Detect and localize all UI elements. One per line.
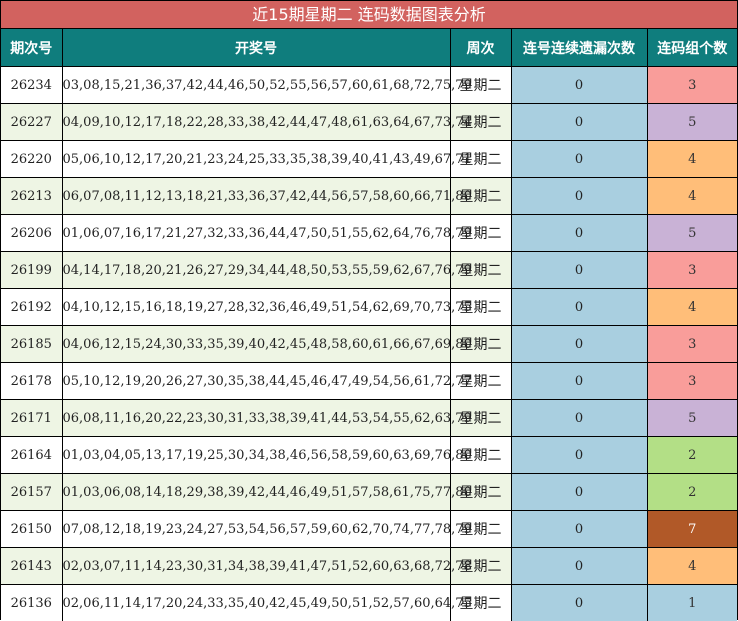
miss-cell: 0 — [511, 289, 647, 326]
numbers-cell: 05,10,12,19,20,26,27,30,35,38,44,45,46,4… — [62, 363, 450, 400]
table-row: 2623403,08,15,21,36,37,42,44,46,50,52,55… — [1, 67, 737, 104]
numbers-cell: 04,09,10,12,17,18,22,28,33,38,42,44,47,4… — [62, 104, 450, 141]
week-cell: 星期二 — [450, 474, 511, 511]
period-cell: 26234 — [1, 67, 62, 104]
week-cell: 星期二 — [450, 67, 511, 104]
header-week: 周次 — [450, 29, 511, 67]
week-cell: 星期二 — [450, 326, 511, 363]
table-row: 2622704,09,10,12,17,18,22,28,33,38,42,44… — [1, 104, 737, 141]
miss-cell: 0 — [511, 548, 647, 585]
count-cell: 4 — [647, 289, 737, 326]
numbers-cell: 02,03,07,11,14,23,30,31,34,38,39,41,47,5… — [62, 548, 450, 585]
week-cell: 星期二 — [450, 511, 511, 548]
period-cell: 26227 — [1, 104, 62, 141]
count-cell: 7 — [647, 511, 737, 548]
count-cell: 4 — [647, 141, 737, 178]
week-cell: 星期二 — [450, 215, 511, 252]
table-row: 2617106,08,11,16,20,22,23,30,31,33,38,39… — [1, 400, 737, 437]
week-cell: 星期二 — [450, 104, 511, 141]
table-title: 近15期星期二 连码数据图表分析 — [1, 1, 737, 29]
numbers-cell: 07,08,12,18,19,23,24,27,53,54,56,57,59,6… — [62, 511, 450, 548]
week-cell: 星期二 — [450, 252, 511, 289]
miss-cell: 0 — [511, 511, 647, 548]
numbers-cell: 05,06,10,12,17,20,21,23,24,25,33,35,38,3… — [62, 141, 450, 178]
numbers-cell: 04,14,17,18,20,21,26,27,29,34,44,48,50,5… — [62, 252, 450, 289]
table-row: 2616401,03,04,05,13,17,19,25,30,34,38,46… — [1, 437, 737, 474]
count-cell: 5 — [647, 104, 737, 141]
miss-cell: 0 — [511, 215, 647, 252]
period-cell: 26192 — [1, 289, 62, 326]
miss-cell: 0 — [511, 585, 647, 621]
week-cell: 星期二 — [450, 548, 511, 585]
week-cell: 星期二 — [450, 289, 511, 326]
miss-cell: 0 — [511, 437, 647, 474]
period-cell: 26171 — [1, 400, 62, 437]
count-cell: 2 — [647, 474, 737, 511]
period-cell: 26199 — [1, 252, 62, 289]
week-cell: 星期二 — [450, 400, 511, 437]
count-cell: 3 — [647, 363, 737, 400]
miss-cell: 0 — [511, 104, 647, 141]
period-cell: 26206 — [1, 215, 62, 252]
numbers-cell: 06,08,11,16,20,22,23,30,31,33,38,39,41,4… — [62, 400, 450, 437]
miss-cell: 0 — [511, 178, 647, 215]
numbers-cell: 04,10,12,15,16,18,19,27,28,32,36,46,49,5… — [62, 289, 450, 326]
miss-cell: 0 — [511, 363, 647, 400]
header-miss: 连号连续遗漏次数 — [511, 29, 647, 67]
numbers-cell: 01,06,07,16,17,21,27,32,33,36,44,47,50,5… — [62, 215, 450, 252]
table-row: 2619204,10,12,15,16,18,19,27,28,32,36,46… — [1, 289, 737, 326]
miss-cell: 0 — [511, 474, 647, 511]
period-cell: 26157 — [1, 474, 62, 511]
count-cell: 5 — [647, 215, 737, 252]
table-row: 2615701,03,06,08,14,18,29,38,39,42,44,46… — [1, 474, 737, 511]
week-cell: 星期二 — [450, 585, 511, 621]
table-row: 2614302,03,07,11,14,23,30,31,34,38,39,41… — [1, 548, 737, 585]
count-cell: 4 — [647, 178, 737, 215]
count-cell: 3 — [647, 67, 737, 104]
count-cell: 3 — [647, 252, 737, 289]
table-row: 2613602,06,11,14,17,20,24,33,35,40,42,45… — [1, 585, 737, 621]
count-cell: 2 — [647, 437, 737, 474]
numbers-cell: 01,03,06,08,14,18,29,38,39,42,44,46,49,5… — [62, 474, 450, 511]
header-numbers: 开奖号 — [62, 29, 450, 67]
numbers-cell: 04,06,12,15,24,30,33,35,39,40,42,45,48,5… — [62, 326, 450, 363]
table-row: 2622005,06,10,12,17,20,21,23,24,25,33,35… — [1, 141, 737, 178]
miss-cell: 0 — [511, 252, 647, 289]
count-cell: 5 — [647, 400, 737, 437]
header-row: 期次号 开奖号 周次 连号连续遗漏次数 连码组个数 — [1, 29, 737, 67]
week-cell: 星期二 — [450, 141, 511, 178]
table-row: 2618504,06,12,15,24,30,33,35,39,40,42,45… — [1, 326, 737, 363]
header-count: 连码组个数 — [647, 29, 737, 67]
table-row: 2619904,14,17,18,20,21,26,27,29,34,44,48… — [1, 252, 737, 289]
data-table: 期次号 开奖号 周次 连号连续遗漏次数 连码组个数 2623403,08,15,… — [1, 29, 737, 621]
period-cell: 26213 — [1, 178, 62, 215]
count-cell: 3 — [647, 326, 737, 363]
week-cell: 星期二 — [450, 178, 511, 215]
count-cell: 1 — [647, 585, 737, 621]
period-cell: 26136 — [1, 585, 62, 621]
miss-cell: 0 — [511, 326, 647, 363]
lottery-table-panel: 近15期星期二 连码数据图表分析 期次号 开奖号 周次 连号连续遗漏次数 连码组… — [0, 0, 738, 620]
week-cell: 星期二 — [450, 437, 511, 474]
count-cell: 4 — [647, 548, 737, 585]
table-row: 2617805,10,12,19,20,26,27,30,35,38,44,45… — [1, 363, 737, 400]
numbers-cell: 02,06,11,14,17,20,24,33,35,40,42,45,49,5… — [62, 585, 450, 621]
period-cell: 26150 — [1, 511, 62, 548]
numbers-cell: 03,08,15,21,36,37,42,44,46,50,52,55,56,5… — [62, 67, 450, 104]
miss-cell: 0 — [511, 141, 647, 178]
period-cell: 26143 — [1, 548, 62, 585]
period-cell: 26220 — [1, 141, 62, 178]
miss-cell: 0 — [511, 400, 647, 437]
header-period: 期次号 — [1, 29, 62, 67]
period-cell: 26185 — [1, 326, 62, 363]
numbers-cell: 06,07,08,11,12,13,18,21,33,36,37,42,44,5… — [62, 178, 450, 215]
miss-cell: 0 — [511, 67, 647, 104]
week-cell: 星期二 — [450, 363, 511, 400]
period-cell: 26178 — [1, 363, 62, 400]
table-row: 2621306,07,08,11,12,13,18,21,33,36,37,42… — [1, 178, 737, 215]
table-row: 2615007,08,12,18,19,23,24,27,53,54,56,57… — [1, 511, 737, 548]
numbers-cell: 01,03,04,05,13,17,19,25,30,34,38,46,56,5… — [62, 437, 450, 474]
period-cell: 26164 — [1, 437, 62, 474]
table-row: 2620601,06,07,16,17,21,27,32,33,36,44,47… — [1, 215, 737, 252]
